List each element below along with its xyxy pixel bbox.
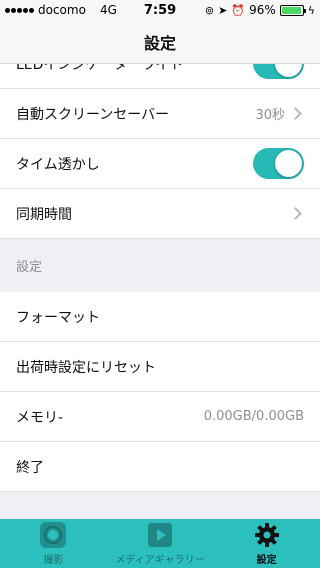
led-indicator-toggle[interactable] [253, 64, 304, 79]
status-bar: docomo 4G 7:59 ⊚ ➤ ⏰ 96% ϟ [0, 0, 320, 20]
tab-camera[interactable]: 撮影 [0, 519, 107, 568]
exit-label: 終了 [16, 459, 44, 476]
battery-percent: 96% [249, 3, 276, 17]
lock-rotation-icon: ⊚ [204, 3, 215, 17]
navigation-bar: 設定 [0, 20, 320, 64]
toggle-knob [275, 64, 302, 77]
battery-fill [281, 6, 301, 14]
battery-icon [279, 4, 306, 16]
factory-reset-label: 出荷時設定にリセット [16, 359, 156, 376]
charging-icon: ϟ [307, 3, 315, 17]
format-row[interactable]: フォーマット [0, 292, 320, 342]
page-title: 設定 [143, 33, 176, 53]
tab-label: 撮影 [43, 555, 64, 566]
tab-bar: 撮影 メディアギャラリー 設定 [0, 519, 320, 568]
time-watermark-toggle[interactable] [253, 148, 304, 179]
screensaver-row[interactable]: 自動スクリーンセーバー 30秒 [0, 89, 320, 139]
screensaver-value: 30秒 [255, 108, 285, 123]
sync-time-label: 同期時間 [16, 206, 72, 223]
memory-row: メモリ- 0.00GB/0.00GB [0, 392, 320, 442]
exit-row[interactable]: 終了 [0, 442, 320, 492]
tab-settings[interactable]: 設定 [213, 519, 320, 568]
gear-icon [254, 523, 279, 547]
screensaver-label: 自動スクリーンセーバー [16, 106, 170, 123]
alarm-icon: ⏰ [231, 3, 246, 17]
location-icon: ➤ [218, 3, 228, 17]
memory-label: メモリ- [16, 409, 64, 426]
led-indicator-row[interactable]: LEDインジケーターライト [0, 64, 320, 89]
time-watermark-label: タイム透かし [16, 156, 100, 173]
tab-label: メディアギャラリー [115, 555, 205, 566]
factory-reset-row[interactable]: 出荷時設定にリセット [0, 342, 320, 392]
format-label: フォーマット [16, 309, 100, 326]
toggle-knob [275, 150, 302, 177]
led-indicator-label: LEDインジケーターライト [16, 64, 184, 73]
play-icon [148, 523, 172, 547]
camera-icon [40, 522, 67, 548]
time-watermark-row[interactable]: タイム透かし [0, 139, 320, 189]
chevron-right-icon [289, 107, 302, 120]
sync-time-row[interactable]: 同期時間 [0, 189, 320, 239]
tab-media-gallery[interactable]: メディアギャラリー [107, 519, 214, 568]
status-right: ⊚ ➤ ⏰ 96% ϟ [205, 3, 315, 17]
section-header: 設定 [0, 239, 320, 292]
chevron-right-icon [289, 207, 302, 220]
memory-value: 0.00GB/0.00GB [203, 409, 304, 424]
tab-label: 設定 [256, 555, 277, 566]
settings-list[interactable]: LEDインジケーターライト 自動スクリーンセーバー 30秒 タイム透かし 同期時… [0, 64, 320, 519]
